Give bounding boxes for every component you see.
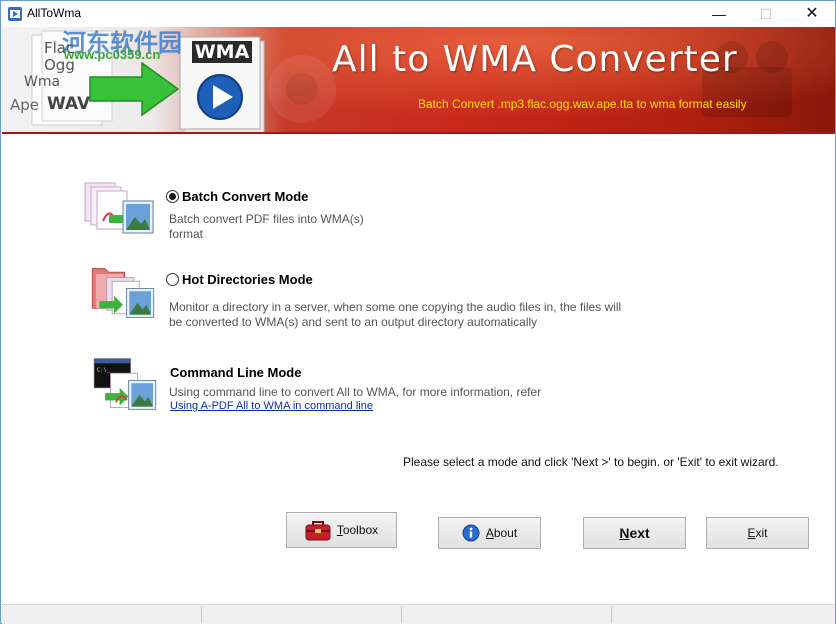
batch-convert-desc-line1: Batch convert PDF files into WMA(s) [169, 212, 364, 226]
status-separator [611, 607, 612, 623]
hot-directories-icon[interactable] [87, 265, 159, 321]
close-button[interactable]: ✕ [789, 1, 835, 27]
command-line-desc: Using command line to convert All to WMA… [169, 385, 542, 399]
command-line-help-link[interactable]: Using A-PDF All to WMA in command line [170, 400, 373, 412]
status-separator [401, 607, 402, 623]
status-separator [201, 607, 202, 623]
exit-label: Exit [747, 526, 768, 540]
batch-convert-title[interactable]: Batch Convert Mode [182, 189, 308, 204]
format-label-wav: WAV [47, 94, 91, 114]
about-label: About [485, 526, 518, 540]
format-label-flac: Flac [44, 39, 75, 57]
banner-subtitle: Batch Convert .mp3.flac.ogg.wav.ape.tta … [418, 97, 747, 111]
banner-title: All to WMA Converter [332, 39, 738, 80]
svg-text:C:\_: C:\_ [97, 367, 111, 373]
exit-button[interactable]: Exit [706, 517, 809, 549]
info-icon [462, 524, 480, 542]
toolbox-icon [305, 521, 331, 541]
maximize-button[interactable]: ☐ [743, 1, 789, 27]
batch-convert-radio[interactable] [166, 190, 179, 203]
app-icon [8, 7, 22, 21]
format-label-wma: Wma [24, 74, 61, 90]
minimize-button[interactable]: — [696, 1, 742, 27]
hot-directories-desc-line1: Monitor a directory in a server, when so… [169, 300, 622, 314]
command-line-title: Command Line Mode [170, 365, 302, 380]
watermark-url: www.pc0359.cn [64, 47, 161, 62]
window-title: AllToWma [27, 6, 82, 20]
hot-directories-title[interactable]: Hot Directories Mode [182, 272, 313, 287]
app-window: AllToWma — ☐ ✕ 河东软件园 www.pc0359.cn Flac [0, 0, 836, 624]
instruction-text: Please select a mode and click 'Next >' … [403, 455, 779, 469]
about-button[interactable]: About [438, 517, 541, 549]
toolbox-button[interactable]: Toolbox [286, 512, 397, 548]
format-label-ape: Ape [10, 96, 40, 114]
command-line-icon: C:\_ [93, 358, 157, 410]
status-bar [2, 604, 835, 624]
format-label-ogg: Ogg [44, 56, 75, 74]
next-label: Next [619, 525, 650, 541]
header-banner: 河东软件园 www.pc0359.cn Flac Ogg Wma Ape WAV… [2, 27, 835, 132]
banner-divider [2, 132, 835, 134]
hot-directories-radio[interactable] [166, 273, 179, 286]
toolbox-label: Toolbox [336, 523, 379, 537]
batch-convert-icon[interactable] [83, 181, 155, 237]
next-button[interactable]: Next [583, 517, 686, 549]
title-bar[interactable]: AllToWma — ☐ ✕ [1, 1, 835, 27]
hot-directories-desc-line2: be converted to WMA(s) and sent to an ou… [169, 315, 538, 329]
batch-convert-desc-line2: format [169, 227, 204, 241]
wma-badge: WMA [192, 41, 252, 63]
